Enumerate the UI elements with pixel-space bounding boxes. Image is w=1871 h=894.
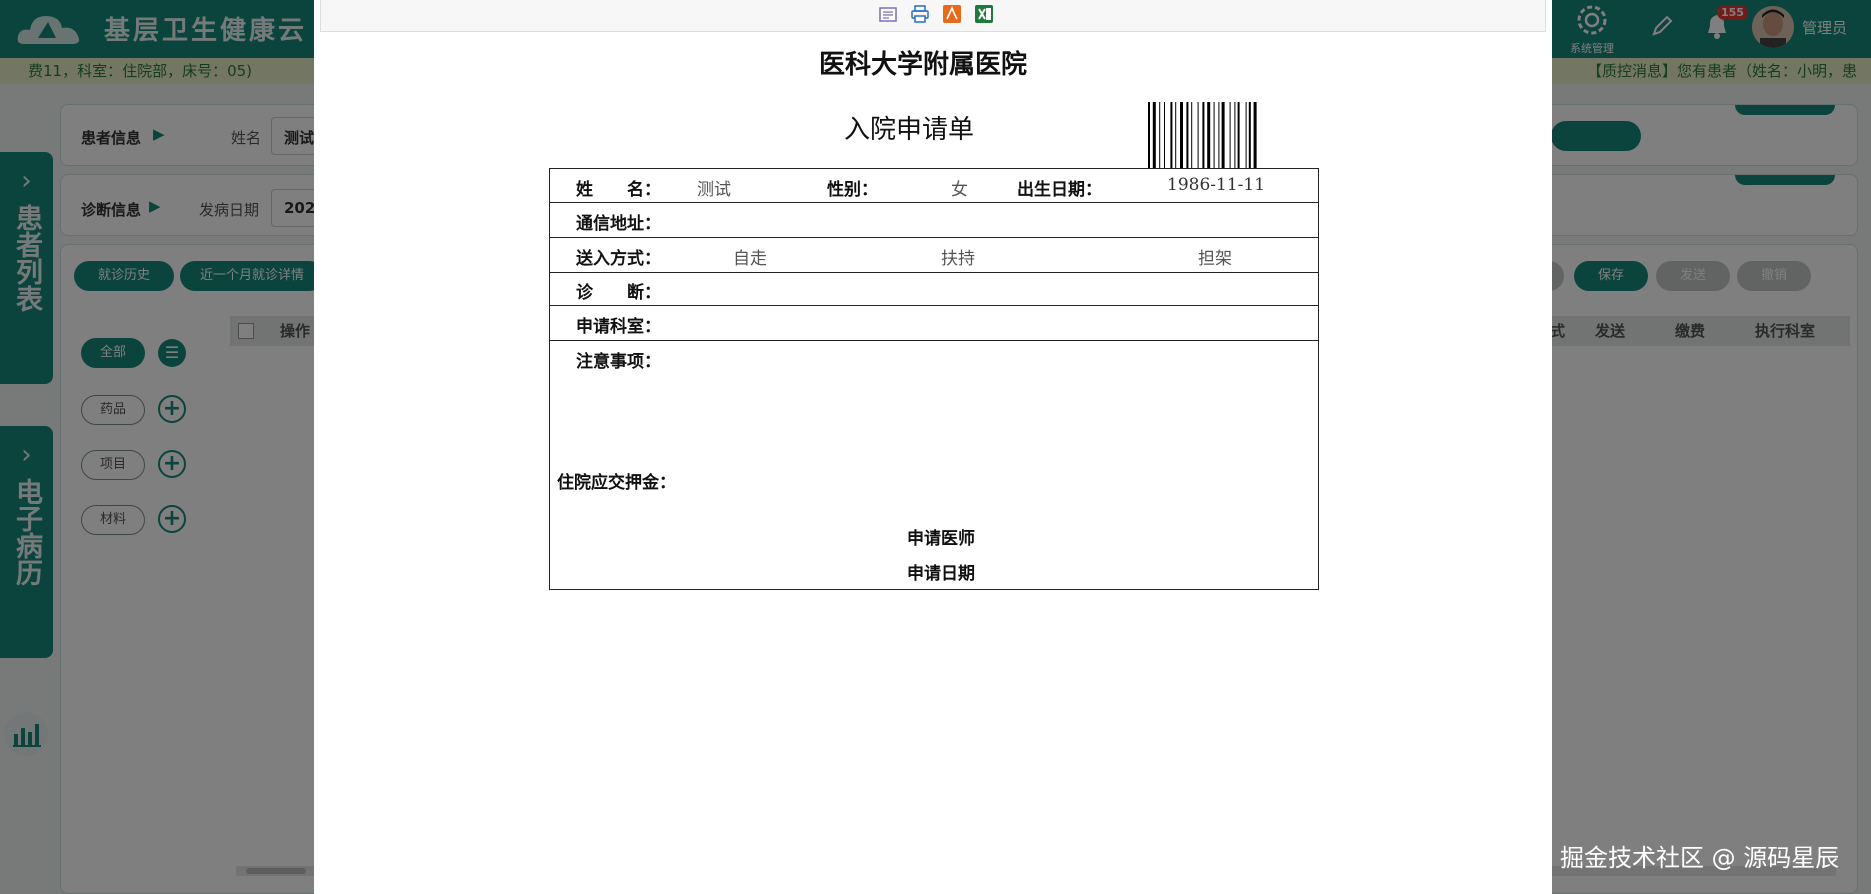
barcode-bar (1237, 102, 1240, 168)
barcode-bar (1218, 102, 1220, 168)
mode-walk: 自走 (733, 249, 767, 269)
diagnosis-label: 诊 断： (576, 283, 661, 303)
barcode-bar (1148, 102, 1150, 168)
barcode-bar (1202, 102, 1205, 168)
address-label: 通信地址： (576, 214, 661, 234)
excel-export-icon[interactable] (974, 4, 994, 24)
doctor-label: 申请医师 (907, 529, 975, 549)
barcode-bar (1197, 102, 1199, 168)
barcode-bar (1164, 102, 1165, 168)
barcode-bar (1170, 102, 1173, 168)
printer-icon[interactable] (910, 4, 930, 24)
barcode-bar (1253, 102, 1257, 168)
name-label: 姓 名： (576, 180, 661, 200)
pdf-export-icon[interactable] (942, 4, 962, 24)
row-basic: 姓 名： 测试 性别： 女 出生日期： 1986-11-11 (550, 169, 1318, 203)
barcode-bar (1180, 102, 1183, 168)
admission-form-table: 姓 名： 测试 性别： 女 出生日期： 1986-11-11 通信地址： 送入方… (549, 168, 1319, 590)
barcode (1148, 102, 1257, 168)
gender-value: 女 (951, 180, 968, 200)
gender-label: 性别： (827, 180, 878, 200)
barcode-bar (1234, 102, 1236, 168)
print-preview-icon[interactable] (878, 4, 898, 24)
deposit-label: 住院应交押金： (557, 473, 676, 493)
hospital-name: 医科大学附属医院 (819, 50, 1028, 80)
birth-label: 出生日期： (1017, 180, 1102, 200)
print-toolbar (320, 0, 1546, 32)
barcode-bar (1175, 102, 1177, 168)
row-admission-mode: 送入方式： 自走 扶持 担架 (550, 238, 1318, 273)
barcode-bar (1221, 102, 1225, 168)
watermark: 掘金技术社区 @ 源码星辰 (1560, 844, 1840, 872)
barcode-bar (1186, 102, 1189, 168)
notes-label: 注意事项： (576, 352, 661, 372)
barcode-bar (1152, 102, 1156, 168)
form-title: 入院申请单 (844, 115, 975, 145)
date-label: 申请日期 (907, 564, 975, 584)
barcode-bar (1229, 102, 1231, 168)
name-value: 测试 (697, 180, 731, 200)
row-address: 通信地址： (550, 203, 1318, 238)
admission-mode-label: 送入方式： (576, 249, 661, 269)
barcode-bar (1159, 102, 1161, 168)
barcode-bar (1248, 102, 1251, 168)
row-diagnosis: 诊 断： (550, 273, 1318, 306)
barcode-bar (1207, 102, 1211, 168)
print-preview-modal: 医科大学附属医院 入院申请单 姓 名： 测试 性别： 女 出生日期： 1986-… (314, 0, 1552, 894)
dept-label: 申请科室： (576, 317, 661, 337)
mode-stretcher: 担架 (1198, 249, 1232, 269)
birth-value: 1986-11-11 (1167, 175, 1266, 195)
barcode-bar (1213, 102, 1215, 168)
row-dept: 申请科室： (550, 306, 1318, 341)
barcode-bar (1245, 102, 1247, 168)
mode-assist: 扶持 (941, 249, 975, 269)
barcode-bar (1191, 102, 1193, 168)
